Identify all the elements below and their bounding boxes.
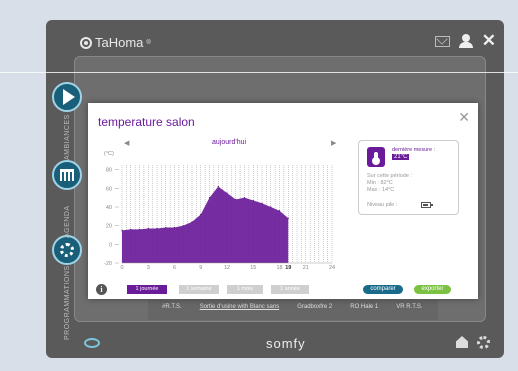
data-point [243, 197, 246, 199]
temperature-modal: temperature salon ✕ ◀ aujourd'hui ▶ (°C)… [88, 103, 478, 299]
x-tick-label: 6 [173, 265, 176, 270]
data-point [156, 227, 158, 230]
x-tick-label: 24 [329, 265, 335, 270]
data-point [191, 221, 193, 223]
home-icon[interactable] [456, 336, 468, 348]
y-tick-label: 40 [106, 205, 112, 211]
device-item[interactable]: #R.T.S. [162, 304, 182, 316]
programmations-button[interactable] [52, 235, 82, 265]
x-tick-label: 12 [224, 265, 230, 270]
last-measure-label: dernière mesure : [392, 147, 436, 153]
data-point [200, 213, 202, 216]
export-button[interactable]: exporter [414, 285, 451, 294]
battery-label: Niveau pile : [367, 202, 398, 208]
y-tick-label: 80 [106, 168, 112, 174]
data-point [217, 185, 219, 188]
device-item[interactable]: RO Hale 1 [350, 304, 378, 316]
y-tick-label: 0 [109, 242, 112, 248]
data-point [130, 228, 132, 230]
tab-month[interactable]: 1 mois [227, 285, 263, 294]
user-icon[interactable] [458, 34, 474, 48]
mail-icon[interactable] [434, 35, 450, 47]
device-item[interactable]: VR R.T.S. [396, 304, 422, 316]
data-point [173, 226, 176, 229]
data-point [208, 197, 211, 199]
close-app-icon[interactable]: ✕ [482, 32, 496, 49]
x-tick-label: 0 [120, 265, 123, 270]
data-point [287, 217, 289, 219]
play-icon [62, 89, 75, 105]
x-tick-label: 21 [303, 265, 309, 270]
x-tick-label: 18 [276, 265, 282, 270]
data-point [278, 210, 281, 212]
y-tick-label: 20 [106, 224, 112, 230]
data-point [261, 202, 263, 204]
thermometer-icon [367, 147, 385, 167]
device-row: #R.T.S. Sortie d'usine with Blanc sans G… [148, 300, 438, 320]
data-point [165, 226, 167, 229]
play-button[interactable] [52, 82, 82, 112]
close-icon[interactable]: ✕ [458, 109, 470, 126]
tab-day[interactable]: 1 journée [127, 285, 167, 294]
modal-title: temperature salon [98, 115, 195, 129]
sidebar-label-agenda[interactable]: AGENDA [64, 205, 71, 238]
tab-year[interactable]: 1 année [271, 285, 309, 294]
sidebar-label-programmations[interactable]: PROGRAMMATIONS [64, 265, 71, 340]
measure-card: dernière mesure : 21°C Sur cette période… [358, 140, 459, 215]
period-label: Sur cette période : [367, 173, 412, 179]
top-icons: ✕ [434, 32, 496, 49]
compare-button[interactable]: comparer [363, 285, 403, 294]
data-point [226, 192, 228, 194]
x-tick-label: 3 [147, 265, 150, 270]
tahoma-logo-icon [80, 36, 92, 49]
app-footer: somfy [46, 330, 504, 356]
last-measure-value: 21°C [392, 154, 410, 160]
battery-icon [421, 202, 433, 208]
y-axis-label: (°C) [104, 151, 114, 157]
data-point [138, 228, 141, 230]
device-item[interactable]: Gradboxfre 2 [297, 304, 332, 316]
tahoma-logo: TaHoma ® [80, 35, 151, 50]
data-point [270, 206, 272, 208]
data-point [182, 225, 184, 227]
data-point [252, 199, 254, 202]
data-point [147, 227, 149, 230]
sidebar-label-ambiances[interactable]: AMBIANCES [64, 114, 71, 160]
somfy-brand: somfy [266, 336, 306, 351]
temperature-chart: (°C) 80 60 40 20 0 -20 0 3 6 9 12 15 18 19 21 24 [104, 151, 335, 270]
x-tick-label: 15 [250, 265, 256, 270]
min-value: Min : 82°C [367, 180, 393, 186]
logo-sup: ® [146, 39, 151, 46]
y-tick-label: -20 [104, 261, 112, 267]
eye-icon[interactable] [84, 338, 100, 348]
programming-icon [60, 243, 74, 257]
agenda-button[interactable] [52, 160, 82, 190]
data-point [235, 198, 237, 201]
calendar-icon [60, 169, 74, 181]
tab-week[interactable]: 1 semaine [179, 285, 219, 294]
x-tick-label: 9 [199, 265, 202, 270]
overlay-line [0, 72, 518, 73]
data-point [121, 229, 123, 231]
info-icon[interactable]: i [96, 284, 107, 295]
gear-icon[interactable] [477, 336, 490, 349]
max-value: Max : 14°C [367, 187, 395, 193]
logo-text: TaHoma [95, 35, 144, 50]
x-tick-label: 19 [285, 265, 291, 270]
device-item[interactable]: Sortie d'usine with Blanc sans [200, 304, 280, 316]
y-tick-label: 60 [106, 186, 112, 192]
